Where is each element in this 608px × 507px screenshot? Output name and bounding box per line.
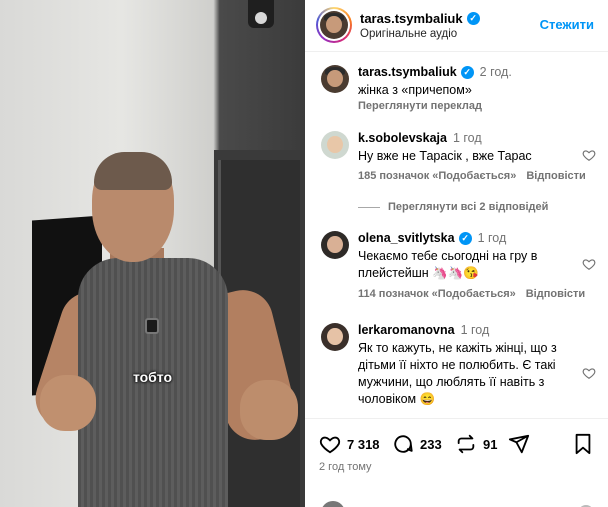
verified-icon: ✓ bbox=[466, 12, 480, 25]
divider bbox=[358, 206, 380, 208]
caption-username[interactable]: taras.tsymbaliuk bbox=[358, 65, 457, 79]
save-button[interactable] bbox=[573, 433, 593, 455]
caption-text: жінка з «причепом» bbox=[358, 83, 472, 97]
send-icon bbox=[508, 434, 530, 454]
repost-count: 91 bbox=[483, 436, 498, 452]
view-replies[interactable]: Переглянути всі 2 відповідей bbox=[358, 201, 548, 213]
comment-likes[interactable]: 114 позначок «Подобається» bbox=[358, 288, 516, 300]
comments-list[interactable]: taras.tsymbaliuk ✓ 2 год. жінка з «приче… bbox=[305, 53, 608, 418]
heart-icon[interactable] bbox=[582, 257, 596, 271]
post-panel: taras.tsymbaliuk ✓ Оригінальне аудіо Сте… bbox=[305, 0, 608, 507]
comment-count: 233 bbox=[420, 436, 442, 452]
comment-text: Як то кажуть, не кажіть жінці, що з діть… bbox=[358, 341, 557, 406]
verified-icon: ✓ bbox=[460, 65, 474, 79]
comment-time: 1 год bbox=[452, 131, 482, 145]
avatar bbox=[321, 501, 345, 507]
heart-icon[interactable] bbox=[582, 366, 596, 380]
avatar[interactable] bbox=[321, 231, 349, 259]
person-hand-right bbox=[240, 380, 298, 440]
reply-button[interactable]: Відповісти bbox=[526, 288, 585, 300]
share-button[interactable] bbox=[508, 433, 530, 455]
person-hair bbox=[94, 152, 172, 190]
repost-icon bbox=[457, 434, 475, 454]
avatar[interactable] bbox=[321, 65, 349, 93]
reply-button[interactable]: Відповісти bbox=[526, 170, 585, 182]
comment-time: 1 год bbox=[477, 231, 507, 245]
action-bar: 7 318 233 91 2 год тому bbox=[305, 418, 608, 507]
author-avatar[interactable] bbox=[316, 7, 352, 43]
comment-text: Чекаємо тебе сьогодні на гру в плейстейш… bbox=[358, 249, 538, 280]
like-button[interactable]: 7 318 bbox=[319, 433, 380, 455]
audio-label[interactable]: Оригінальне аудіо bbox=[360, 28, 457, 40]
author-username[interactable]: taras.tsymbaliuk bbox=[360, 11, 463, 26]
follow-button[interactable]: Стежити bbox=[540, 17, 594, 32]
repost-button[interactable]: 91 bbox=[455, 433, 497, 455]
verified-icon: ✓ bbox=[458, 231, 472, 245]
avatar[interactable] bbox=[321, 323, 349, 351]
ceiling-light bbox=[248, 0, 274, 28]
video-player[interactable]: тобто bbox=[0, 0, 305, 507]
view-replies-label: Переглянути всі 2 відповідей bbox=[388, 201, 549, 213]
post-header: taras.tsymbaliuk ✓ Оригінальне аудіо Сте… bbox=[305, 0, 608, 52]
bookmark-icon bbox=[575, 433, 591, 455]
like-count: 7 318 bbox=[347, 436, 380, 452]
comment-username[interactable]: lerkaromanovna bbox=[358, 323, 455, 337]
comment-likes[interactable]: 185 позначок «Подобається» bbox=[358, 170, 516, 182]
avatar[interactable] bbox=[321, 131, 349, 159]
heart-icon[interactable] bbox=[582, 148, 596, 162]
comment-icon bbox=[394, 435, 413, 453]
video-caption: тобто bbox=[132, 369, 173, 385]
comment-username[interactable]: olena_svitlytska bbox=[358, 231, 455, 245]
comment-button[interactable]: 233 bbox=[392, 433, 442, 455]
lapel-mic bbox=[145, 318, 159, 334]
avatar bbox=[320, 11, 348, 39]
comment-text: Ну вже не Тарасік , вже Тарас bbox=[358, 149, 532, 163]
post-time: 2 год тому bbox=[319, 461, 372, 473]
translate-link[interactable]: Переглянути переклад bbox=[358, 100, 482, 112]
heart-icon bbox=[319, 436, 341, 454]
comment-username[interactable]: k.sobolevskaja bbox=[358, 131, 447, 145]
caption-time: 2 год. bbox=[479, 65, 512, 79]
comment-time: 1 год bbox=[460, 323, 490, 337]
